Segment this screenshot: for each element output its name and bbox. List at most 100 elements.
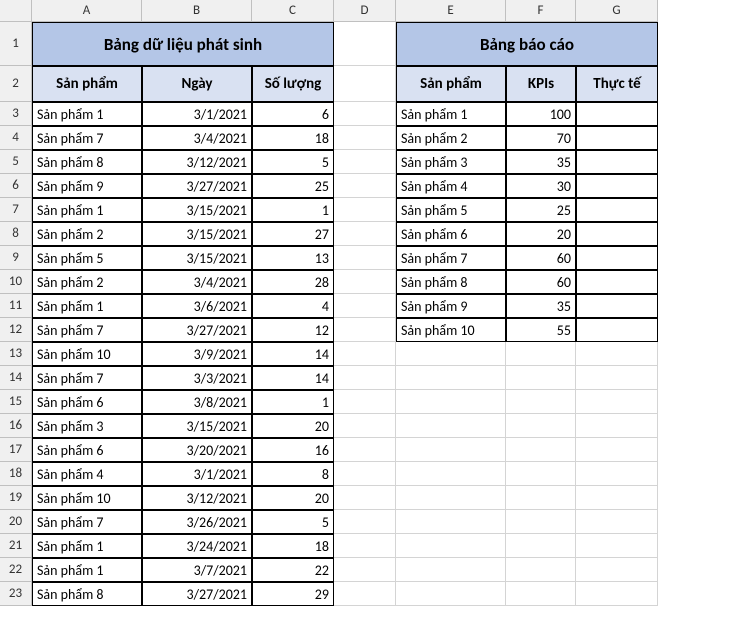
row-header-3[interactable]: 3 xyxy=(0,102,32,126)
cell-B10[interactable]: 3/4/2021 xyxy=(142,270,252,294)
cell-F12[interactable]: 55 xyxy=(506,318,576,342)
cell-C14[interactable]: 14 xyxy=(252,366,334,390)
cell-A20[interactable]: Sản phẩm 7 xyxy=(32,510,142,534)
cell-B17[interactable]: 3/20/2021 xyxy=(142,438,252,462)
cell-B13[interactable]: 3/9/2021 xyxy=(142,342,252,366)
cell-G4[interactable] xyxy=(576,126,658,150)
cell-D12[interactable] xyxy=(334,318,396,342)
row-header-9[interactable]: 9 xyxy=(0,246,32,270)
col-header-B[interactable]: B xyxy=(142,0,252,22)
cell-D22[interactable] xyxy=(334,558,396,582)
row-header-7[interactable]: 7 xyxy=(0,198,32,222)
cell-E5[interactable]: Sản phẩm 3 xyxy=(396,150,506,174)
cell-D4[interactable] xyxy=(334,126,396,150)
col-header-F[interactable]: F xyxy=(506,0,576,22)
cell-D11[interactable] xyxy=(334,294,396,318)
cell-D5[interactable] xyxy=(334,150,396,174)
cell-B5[interactable]: 3/12/2021 xyxy=(142,150,252,174)
cell-C7[interactable]: 1 xyxy=(252,198,334,222)
row-header-17[interactable]: 17 xyxy=(0,438,32,462)
cell-A3[interactable]: Sản phẩm 1 xyxy=(32,102,142,126)
cell-A10[interactable]: Sản phẩm 2 xyxy=(32,270,142,294)
cell-B4[interactable]: 3/4/2021 xyxy=(142,126,252,150)
cell-C3[interactable]: 6 xyxy=(252,102,334,126)
cell-B8[interactable]: 3/15/2021 xyxy=(142,222,252,246)
cell-E11[interactable]: Sản phẩm 9 xyxy=(396,294,506,318)
cell-C10[interactable]: 28 xyxy=(252,270,334,294)
cell-A15[interactable]: Sản phẩm 6 xyxy=(32,390,142,414)
cell-E21[interactable] xyxy=(396,534,506,558)
cell-G20[interactable] xyxy=(576,510,658,534)
cell-G5[interactable] xyxy=(576,150,658,174)
cell-F18[interactable] xyxy=(506,462,576,486)
cell-E8[interactable]: Sản phẩm 6 xyxy=(396,222,506,246)
cell-C12[interactable]: 12 xyxy=(252,318,334,342)
cell-A21[interactable]: Sản phẩm 1 xyxy=(32,534,142,558)
cell-G16[interactable] xyxy=(576,414,658,438)
cell-E16[interactable] xyxy=(396,414,506,438)
cell-E17[interactable] xyxy=(396,438,506,462)
cell-D17[interactable] xyxy=(334,438,396,462)
cell-D10[interactable] xyxy=(334,270,396,294)
spreadsheet-grid[interactable]: ABCDEFG123456789101112131415161718192021… xyxy=(0,0,739,606)
cell-E9[interactable]: Sản phẩm 7 xyxy=(396,246,506,270)
cell-B9[interactable]: 3/15/2021 xyxy=(142,246,252,270)
cell-A14[interactable]: Sản phẩm 7 xyxy=(32,366,142,390)
cell-A12[interactable]: Sản phẩm 7 xyxy=(32,318,142,342)
cell-A13[interactable]: Sản phẩm 10 xyxy=(32,342,142,366)
cell-A6[interactable]: Sản phẩm 9 xyxy=(32,174,142,198)
cell-G8[interactable] xyxy=(576,222,658,246)
cell-F14[interactable] xyxy=(506,366,576,390)
cell-D14[interactable] xyxy=(334,366,396,390)
row-header-13[interactable]: 13 xyxy=(0,342,32,366)
row-header-18[interactable]: 18 xyxy=(0,462,32,486)
cell-G17[interactable] xyxy=(576,438,658,462)
cell-E12[interactable]: Sản phẩm 10 xyxy=(396,318,506,342)
col-header-D[interactable]: D xyxy=(334,0,396,22)
cell-B16[interactable]: 3/15/2021 xyxy=(142,414,252,438)
cell-D20[interactable] xyxy=(334,510,396,534)
cell-D8[interactable] xyxy=(334,222,396,246)
cell-F5[interactable]: 35 xyxy=(506,150,576,174)
cell-E6[interactable]: Sản phẩm 4 xyxy=(396,174,506,198)
cell-A17[interactable]: Sản phẩm 6 xyxy=(32,438,142,462)
cell-E19[interactable] xyxy=(396,486,506,510)
cell-B19[interactable]: 3/12/2021 xyxy=(142,486,252,510)
cell-C18[interactable]: 8 xyxy=(252,462,334,486)
cell-F6[interactable]: 30 xyxy=(506,174,576,198)
row-header-22[interactable]: 22 xyxy=(0,558,32,582)
cell-D3[interactable] xyxy=(334,102,396,126)
row-header-23[interactable]: 23 xyxy=(0,582,32,606)
select-all-corner[interactable] xyxy=(0,0,32,22)
col-header-C[interactable]: C xyxy=(252,0,334,22)
cell-G7[interactable] xyxy=(576,198,658,222)
cell-E20[interactable] xyxy=(396,510,506,534)
row-header-20[interactable]: 20 xyxy=(0,510,32,534)
cell-F19[interactable] xyxy=(506,486,576,510)
row-header-11[interactable]: 11 xyxy=(0,294,32,318)
cell-D7[interactable] xyxy=(334,198,396,222)
cell-F9[interactable]: 60 xyxy=(506,246,576,270)
row-header-2[interactable]: 2 xyxy=(0,66,32,102)
cell-F3[interactable]: 100 xyxy=(506,102,576,126)
cell-A22[interactable]: Sản phẩm 1 xyxy=(32,558,142,582)
cell-F8[interactable]: 20 xyxy=(506,222,576,246)
row-header-10[interactable]: 10 xyxy=(0,270,32,294)
cell-B23[interactable]: 3/27/2021 xyxy=(142,582,252,606)
cell-D9[interactable] xyxy=(334,246,396,270)
cell-E4[interactable]: Sản phẩm 2 xyxy=(396,126,506,150)
cell-A5[interactable]: Sản phẩm 8 xyxy=(32,150,142,174)
cell-B18[interactable]: 3/1/2021 xyxy=(142,462,252,486)
cell-A9[interactable]: Sản phẩm 5 xyxy=(32,246,142,270)
cell-C4[interactable]: 18 xyxy=(252,126,334,150)
cell-B20[interactable]: 3/26/2021 xyxy=(142,510,252,534)
cell-A4[interactable]: Sản phẩm 7 xyxy=(32,126,142,150)
cell-F7[interactable]: 25 xyxy=(506,198,576,222)
cell-C17[interactable]: 16 xyxy=(252,438,334,462)
cell-D13[interactable] xyxy=(334,342,396,366)
col-header-E[interactable]: E xyxy=(396,0,506,22)
cell-G21[interactable] xyxy=(576,534,658,558)
row-header-1[interactable]: 1 xyxy=(0,22,32,66)
cell-F15[interactable] xyxy=(506,390,576,414)
cell-G22[interactable] xyxy=(576,558,658,582)
